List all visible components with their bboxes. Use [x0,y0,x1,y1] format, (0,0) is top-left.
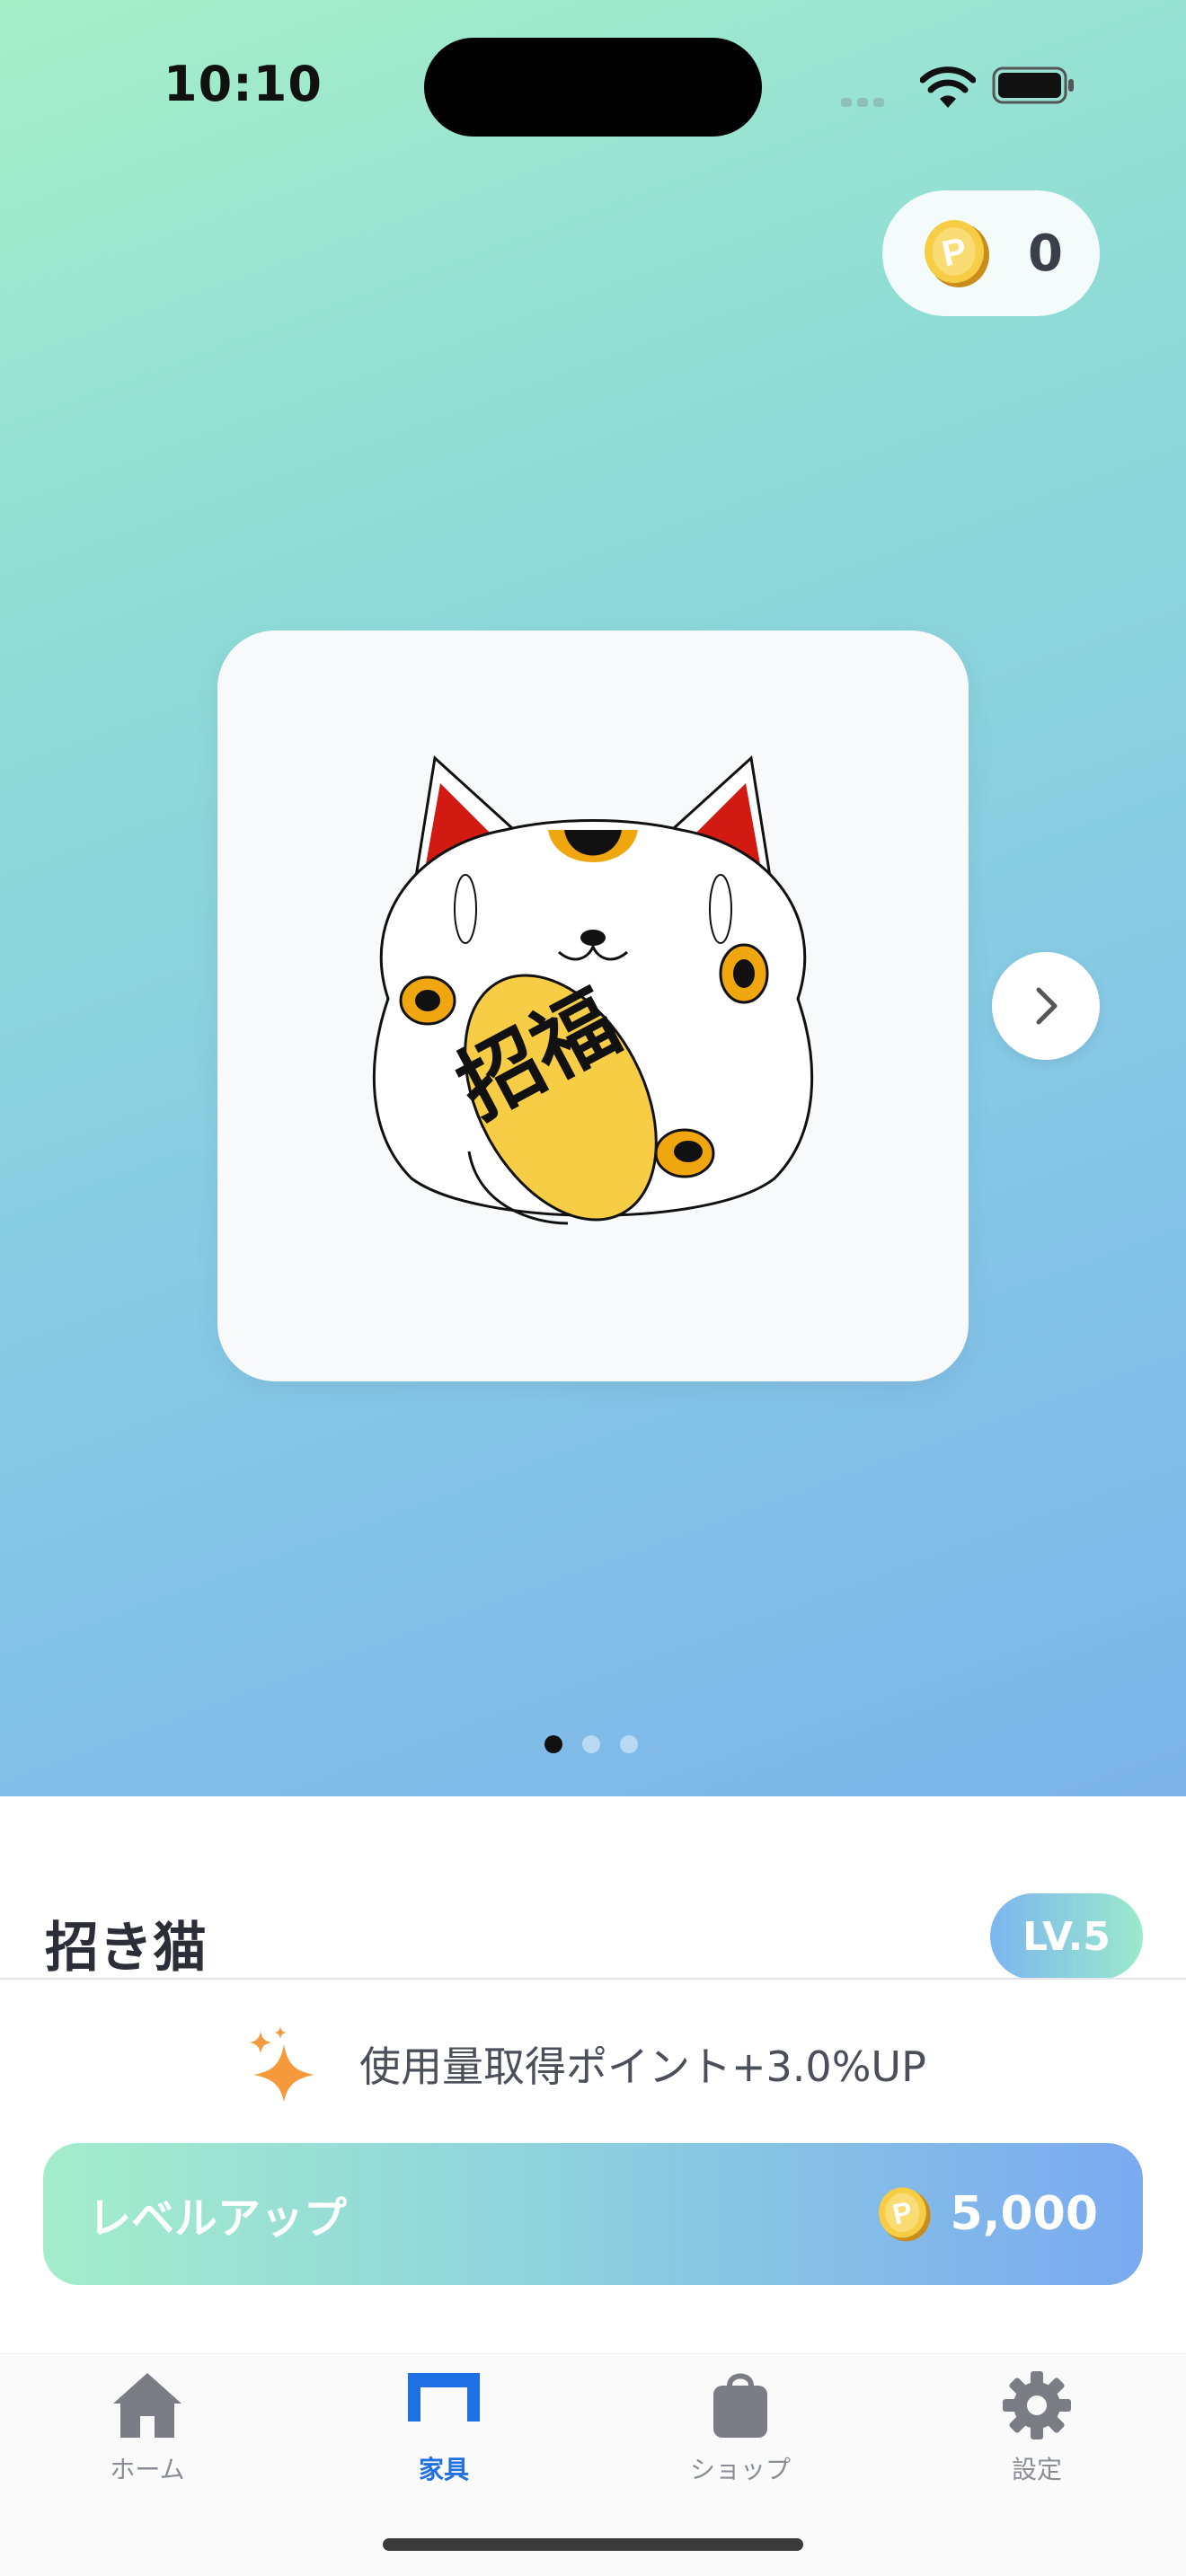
tab-shop[interactable]: ショップ [633,2368,848,2486]
next-item-button[interactable] [992,952,1100,1060]
points-balance[interactable]: P 0 [882,190,1100,316]
level-up-cost: 5,000 [950,2187,1098,2241]
cellular-signal-icon [841,93,902,107]
tab-home[interactable]: ホーム [40,2368,255,2486]
points-value: 0 [1028,224,1063,283]
tab-label: ショップ [689,2455,791,2484]
page-dot[interactable] [620,1735,638,1753]
page-dot[interactable] [544,1735,562,1753]
shopping-bag-icon [713,2373,767,2438]
dynamic-island [424,38,762,137]
level-up-label: レベルアップ [88,2193,348,2244]
divider [0,1978,1186,1980]
item-name: 招き猫 [45,1917,207,1980]
effect-text: 使用量取得ポイント+3.0%UP [359,2042,926,2091]
status-time: 10:10 [164,56,323,112]
level-badge: LV.5 [990,1893,1143,1980]
tab-settings[interactable]: 設定 [929,2368,1145,2486]
tab-label: 家具 [418,2455,469,2484]
sparkle-icon [250,2026,314,2102]
tab-label: ホーム [110,2455,185,2484]
tab-furniture[interactable]: 家具 [336,2368,552,2486]
maneki-neko-image: 招福 [372,755,814,1225]
p-coin-icon: P [878,2187,931,2242]
home-indicator[interactable] [383,2538,803,2551]
gear-icon [1003,2371,1071,2439]
wifi-icon [920,66,976,108]
item-effect: 使用量取得ポイント+3.0%UP [248,2026,926,2102]
chevron-right-icon [1036,987,1058,1025]
battery-icon [992,66,1074,104]
furniture-icon [408,2373,480,2422]
page-dot[interactable] [582,1735,600,1753]
furniture-card[interactable]: 招福 [217,631,969,1381]
p-coin-icon: P [925,220,989,287]
tab-label: 設定 [1011,2455,1062,2484]
level-up-button[interactable]: レベルアップ P 5,000 [43,2143,1143,2285]
page-indicator[interactable] [544,1735,638,1753]
home-icon [113,2373,181,2438]
